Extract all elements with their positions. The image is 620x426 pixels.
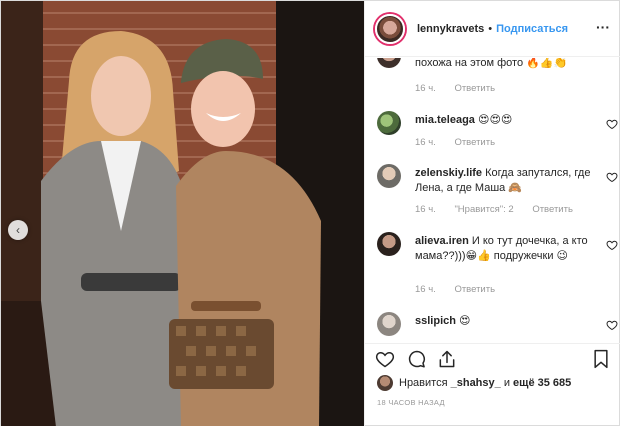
comment-text: sslipich 😍 [415, 314, 595, 329]
author-username[interactable]: lennykravets [417, 23, 484, 35]
comment-text: mia.teleaga 😍😍😍 [415, 113, 595, 128]
comments-list[interactable]: похожа на этом фото 🔥👍👏 16 ч. Ответить m… [365, 58, 620, 343]
comment-text: zelenskiy.life Когда запутался, где Лена… [415, 166, 595, 196]
comment-text: похожа на этом фото 🔥👍👏 [415, 58, 568, 69]
author-avatar[interactable] [375, 13, 405, 44]
avatar[interactable] [377, 232, 401, 256]
follow-button[interactable]: Подписаться [496, 23, 568, 35]
comment-username[interactable]: alieva.iren [415, 235, 469, 247]
more-icon[interactable]: ··· [596, 19, 610, 35]
previous-photo-button[interactable]: ‹ [8, 220, 28, 240]
bookmark-icon[interactable] [591, 349, 611, 369]
chevron-left-icon: ‹ [16, 223, 20, 237]
comment-content: 😍😍😍 [477, 114, 513, 126]
share-icon[interactable] [437, 349, 457, 369]
reply-button[interactable]: Ответить [454, 83, 495, 94]
comment-meta: 16 ч. Ответить [415, 83, 511, 94]
comment-username[interactable]: sslipich [415, 315, 456, 327]
comment-meta: 16 ч. "Нравится": 2 Ответить [415, 204, 589, 215]
post-timestamp: 18 ЧАСОВ НАЗАД [377, 398, 445, 407]
avatar [377, 375, 393, 391]
avatar[interactable] [377, 58, 401, 68]
comment-time: 16 ч. [415, 284, 436, 295]
comment-content: 😍 [459, 315, 471, 327]
comment-time: 16 ч. [415, 204, 436, 215]
comment-meta: 16 ч. Ответить [415, 284, 511, 295]
heart-icon[interactable] [606, 239, 618, 251]
comment-username[interactable]: zelenskiy.life [415, 167, 482, 179]
likes-summary[interactable]: Нравится _shahsy_ и ещё 35 685 [377, 375, 571, 391]
avatar[interactable] [377, 111, 401, 135]
reply-button[interactable]: Ответить [454, 284, 495, 295]
reply-button[interactable]: Ответить [532, 204, 573, 215]
comment-text: alieva.iren И ко тут дочечка, а кто мама… [415, 234, 595, 264]
post-header: lennykravets • Подписаться ··· [365, 1, 620, 57]
post-side-panel: lennykravets • Подписаться ··· похожа на… [364, 1, 620, 426]
header-separator: • [488, 22, 493, 35]
post-frame: ‹ lennykravets • Подписаться ··· похожа … [0, 0, 620, 426]
likes-and: и [503, 377, 510, 389]
likes-prefix: Нравится [399, 377, 448, 389]
likes-count[interactable]: ещё 35 685 [513, 377, 571, 389]
heart-icon[interactable] [606, 118, 618, 130]
heart-icon[interactable] [606, 319, 618, 331]
reply-button[interactable]: Ответить [454, 137, 495, 148]
comment-username[interactable]: mia.teleaga [415, 114, 475, 126]
comment-meta: 16 ч. Ответить [415, 137, 511, 148]
photo-illustration [1, 1, 364, 426]
post-photo[interactable]: ‹ [1, 1, 364, 426]
heart-icon[interactable] [606, 171, 618, 183]
comment-likes[interactable]: "Нравится": 2 [454, 204, 513, 215]
comment-time: 16 ч. [415, 137, 436, 148]
avatar[interactable] [377, 312, 401, 336]
avatar[interactable] [377, 164, 401, 188]
heart-icon[interactable] [375, 349, 395, 369]
comment-time: 16 ч. [415, 83, 436, 94]
action-bar [365, 343, 620, 373]
comment-icon[interactable] [407, 349, 427, 369]
likes-user[interactable]: _shahsy_ [451, 377, 501, 389]
